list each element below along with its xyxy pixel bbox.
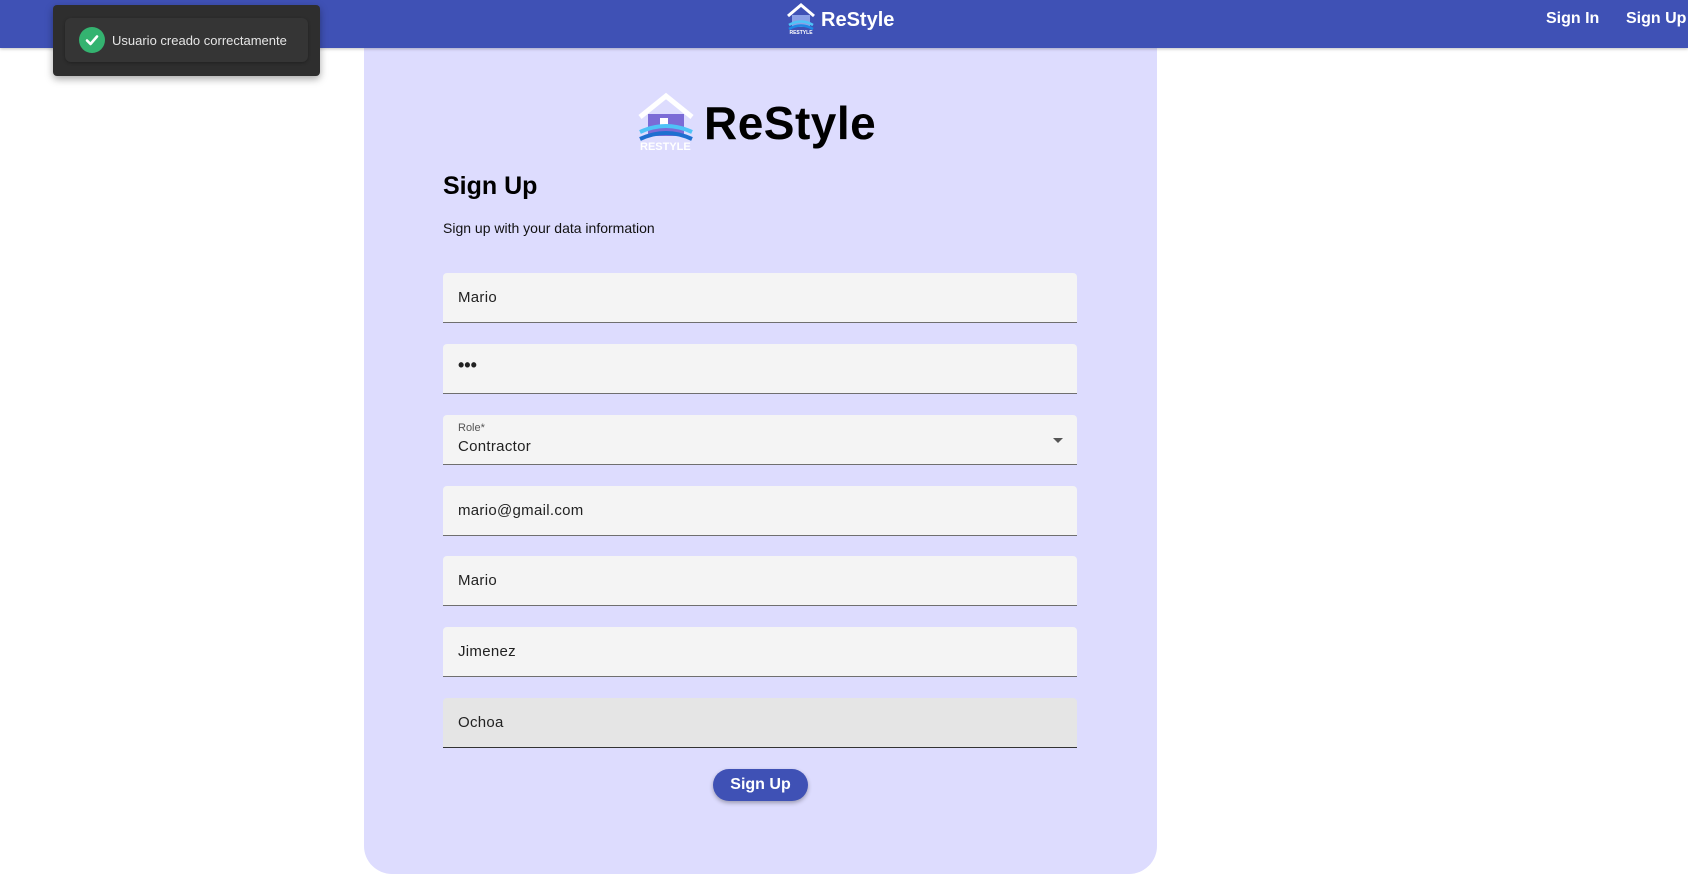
password-input[interactable]: ••• <box>443 344 1077 394</box>
navbar-brand[interactable]: RESTYLE ReStyle <box>785 1 895 40</box>
nav-sign-in-link[interactable]: Sign In <box>1546 9 1599 29</box>
navbar-brand-text: ReStyle <box>821 8 895 31</box>
role-label: Role* <box>458 422 485 434</box>
password-value: ••• <box>458 355 477 375</box>
role-select[interactable]: Role* Contractor <box>443 415 1077 465</box>
maternal-surname-value: Ochoa <box>458 714 504 731</box>
svg-text:RESTYLE: RESTYLE <box>789 30 813 35</box>
name-input[interactable]: Mario <box>443 556 1077 606</box>
email-input[interactable]: mario@gmail.com <box>443 486 1077 536</box>
success-toast: Usuario creado correctamente <box>53 5 320 76</box>
toast-body[interactable]: Usuario creado correctamente <box>65 18 308 62</box>
role-value: Contractor <box>458 438 532 455</box>
toast-message: Usuario creado correctamente <box>112 32 287 48</box>
form-title: Sign Up <box>443 172 538 200</box>
email-value: mario@gmail.com <box>458 502 584 519</box>
sign-up-button[interactable]: Sign Up <box>713 769 808 801</box>
logo-text: ReStyle <box>704 97 877 149</box>
signup-logo: RESTYLE ReStyle <box>636 92 876 154</box>
first-name-input[interactable]: Mario <box>443 273 1077 323</box>
form-subtitle: Sign up with your data information <box>443 220 655 236</box>
house-logo-icon: RESTYLE <box>785 1 817 40</box>
maternal-surname-input[interactable]: Ochoa <box>443 698 1077 748</box>
restyle-logo-icon: RESTYLE <box>636 90 696 157</box>
paternal-surname-input[interactable]: Jimenez <box>443 627 1077 677</box>
nav-sign-up-link[interactable]: Sign Up <box>1626 9 1686 29</box>
name-value: Mario <box>458 572 498 589</box>
check-circle-icon <box>79 27 105 53</box>
first-name-value: Mario <box>458 289 498 306</box>
logo-mark-text: RESTYLE <box>640 141 691 152</box>
chevron-down-icon[interactable] <box>1053 438 1063 443</box>
paternal-surname-value: Jimenez <box>458 643 516 660</box>
